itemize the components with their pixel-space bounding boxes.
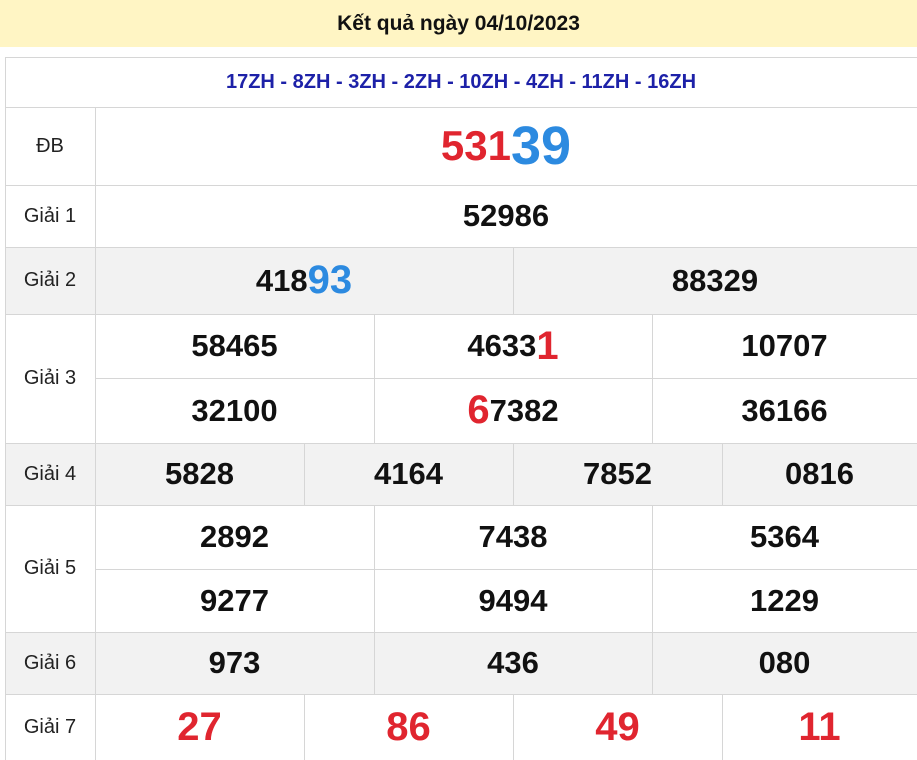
results-table: 17ZH - 8ZH - 3ZH - 2ZH - 10ZH - 4ZH - 11… <box>5 57 917 760</box>
prize-giai-3-4: 32100 <box>191 392 278 428</box>
label-giai-3: Giải 3 <box>23 367 77 389</box>
prize-g2-1-tail: 93 <box>307 258 353 302</box>
label-giai-2: Giải 2 <box>23 269 77 291</box>
label-dac-biet: ĐB <box>36 134 64 157</box>
prize-giai-7-2: 86 <box>386 704 431 749</box>
label-giai-6: Giải 6 <box>23 651 77 674</box>
prize-giai-4-1: 5828 <box>165 456 234 491</box>
result-date-title: Kết quả ngày 04/10/2023 <box>0 0 917 47</box>
prize-giai-3-2: 4633 1 <box>374 314 652 378</box>
label-giai-1: Giải 1 <box>23 204 77 227</box>
prize-giai-7-3: 49 <box>595 704 640 749</box>
prize-giai-5-4: 9277 <box>200 582 269 618</box>
prize-g3-5-head: 6 <box>467 388 490 432</box>
prize-giai-6-3: 080 <box>758 645 811 680</box>
prize-dac-biet: 531 39 <box>95 107 917 185</box>
prize-giai-5-6: 1229 <box>750 582 819 618</box>
prize-giai-3-6: 36166 <box>741 392 828 428</box>
label-giai-7: Giải 7 <box>23 715 77 738</box>
prize-giai-4-4: 0816 <box>785 456 854 491</box>
province-codes: 17ZH - 8ZH - 3ZH - 2ZH - 10ZH - 4ZH - 11… <box>225 70 697 93</box>
prize-giai-6-1: 973 <box>208 645 261 680</box>
prize-g2-1-head: 418 <box>255 262 308 298</box>
prize-giai-6-2: 436 <box>487 645 539 680</box>
prize-g3-5-tail: 7382 <box>489 392 559 428</box>
prize-giai-3-5: 6 7382 <box>374 378 652 443</box>
prize-giai-5-2: 7438 <box>478 519 548 554</box>
prize-giai-5-3: 5364 <box>750 519 819 554</box>
prize-giai-1: 52986 <box>462 198 550 233</box>
label-giai-4: Giải 4 <box>23 462 77 485</box>
prize-db-head: 531 <box>440 122 511 169</box>
prize-g3-2-tail: 1 <box>536 323 559 368</box>
prize-giai-4-3: 7852 <box>583 456 652 491</box>
prize-giai-5-5: 9494 <box>478 582 548 618</box>
prize-giai-3-1: 58465 <box>191 328 278 363</box>
prize-giai-2-1: 418 93 <box>95 247 513 314</box>
label-giai-5: Giải 5 <box>23 557 77 579</box>
prize-giai-3-3: 10707 <box>741 328 828 363</box>
prize-giai-2-2: 88329 <box>671 262 759 298</box>
prize-giai-4-2: 4164 <box>374 456 443 491</box>
prize-giai-7-1: 27 <box>177 704 222 749</box>
prize-db-tail: 39 <box>511 116 572 176</box>
prize-giai-5-1: 2892 <box>200 519 269 554</box>
prize-giai-7-4: 11 <box>798 704 841 749</box>
prize-g3-2-head: 4633 <box>467 328 537 363</box>
